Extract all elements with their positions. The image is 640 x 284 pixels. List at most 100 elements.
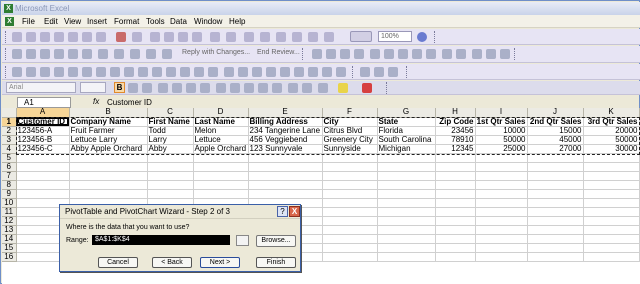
cell[interactable]: Abby Apple Orchard — [69, 144, 148, 154]
cell[interactable] — [475, 198, 528, 208]
cell[interactable] — [322, 153, 378, 163]
cell[interactable] — [377, 234, 436, 244]
cell[interactable] — [583, 225, 640, 235]
menu-window[interactable]: Window — [194, 16, 222, 27]
cell[interactable] — [193, 153, 249, 163]
column-header[interactable]: K — [583, 108, 640, 118]
cell[interactable] — [69, 180, 148, 190]
undo-icon[interactable] — [210, 32, 220, 42]
name-box[interactable]: A1 — [17, 97, 71, 108]
chart-wizard-icon[interactable] — [308, 32, 318, 42]
edit-code-icon[interactable] — [180, 67, 190, 77]
select-all-corner[interactable] — [2, 108, 17, 118]
cell[interactable] — [435, 216, 476, 226]
cell[interactable]: Zip Code — [435, 117, 476, 127]
cell[interactable] — [248, 153, 323, 163]
wordart-icon[interactable] — [294, 67, 304, 77]
email-icon[interactable] — [68, 32, 78, 42]
cell[interactable] — [322, 180, 378, 190]
highlight-icon[interactable] — [130, 49, 140, 59]
cell[interactable] — [377, 252, 436, 262]
row-header[interactable]: 7 — [2, 171, 17, 181]
group-box-icon[interactable] — [54, 67, 64, 77]
menu-tools[interactable]: Tools — [146, 16, 165, 27]
share-icon[interactable] — [162, 49, 172, 59]
toolbar-grip[interactable] — [386, 82, 388, 94]
cell[interactable] — [147, 153, 194, 163]
cell[interactable] — [69, 162, 148, 172]
cell[interactable]: Apple Orchard — [193, 144, 249, 154]
dialog-close-button[interactable]: X — [289, 206, 300, 217]
cell[interactable] — [583, 243, 640, 253]
row-header[interactable]: 14 — [2, 234, 17, 244]
row-header[interactable]: 8 — [2, 180, 17, 190]
italic-icon[interactable] — [128, 83, 138, 93]
cell[interactable] — [435, 171, 476, 181]
column-header[interactable]: G — [377, 108, 436, 118]
cell[interactable] — [583, 153, 640, 163]
cell[interactable] — [377, 198, 436, 208]
cell[interactable] — [377, 225, 436, 235]
cell[interactable]: 20000 — [583, 126, 640, 136]
cell[interactable] — [322, 225, 378, 235]
fill-color-icon[interactable] — [486, 49, 496, 59]
cell[interactable]: 30000 — [583, 144, 640, 154]
next-button[interactable]: Next > — [200, 257, 240, 268]
cell[interactable]: 27000 — [527, 144, 584, 154]
comment-icon[interactable] — [12, 49, 22, 59]
workbook-icon[interactable]: X — [5, 17, 14, 26]
cell[interactable]: Melon — [193, 126, 249, 136]
cell[interactable] — [377, 189, 436, 199]
toolbar-grip[interactable] — [514, 48, 516, 60]
toolbar-grip[interactable] — [352, 66, 354, 78]
cell[interactable]: 12345 — [435, 144, 476, 154]
cell[interactable] — [475, 234, 528, 244]
column-header[interactable]: F — [322, 108, 378, 118]
align-left-icon[interactable] — [158, 83, 168, 93]
cell[interactable] — [475, 225, 528, 235]
cancel-button[interactable]: Cancel — [98, 257, 138, 268]
track-changes-icon[interactable] — [114, 49, 124, 59]
textbox-icon[interactable] — [280, 67, 290, 77]
cell[interactable] — [475, 216, 528, 226]
cell[interactable] — [435, 234, 476, 244]
draw-rectangle-icon[interactable] — [252, 67, 262, 77]
dialog-help-button[interactable]: ? — [277, 206, 288, 217]
cell[interactable]: Abby — [147, 144, 194, 154]
increase-decimal-icon[interactable] — [258, 83, 268, 93]
currency-icon[interactable] — [216, 83, 226, 93]
cell[interactable] — [435, 189, 476, 199]
protect-icon[interactable] — [146, 49, 156, 59]
cell[interactable]: 50000 — [475, 135, 528, 145]
cell[interactable] — [69, 171, 148, 181]
cell[interactable] — [16, 153, 70, 163]
cell[interactable] — [435, 162, 476, 172]
collapse-dialog-icon[interactable] — [236, 235, 249, 246]
sort-asc-icon[interactable] — [276, 32, 286, 42]
cell[interactable] — [475, 153, 528, 163]
print-icon[interactable] — [82, 32, 92, 42]
cell[interactable] — [193, 180, 249, 190]
menu-help[interactable]: Help — [229, 16, 245, 27]
cell[interactable]: Michigan — [377, 144, 436, 154]
currency-icon[interactable] — [370, 49, 380, 59]
cell[interactable]: Larry — [147, 135, 194, 145]
row-header[interactable]: 2 — [2, 126, 17, 136]
toolbar-grip[interactable] — [5, 66, 7, 78]
line-color-icon[interactable] — [374, 67, 384, 77]
cell[interactable] — [475, 207, 528, 217]
cell[interactable] — [435, 252, 476, 262]
cell[interactable]: First Name — [147, 117, 194, 127]
cell[interactable] — [527, 216, 584, 226]
row-header[interactable]: 9 — [2, 189, 17, 199]
cell[interactable] — [583, 171, 640, 181]
merge-center-icon[interactable] — [200, 83, 210, 93]
cell[interactable] — [527, 243, 584, 253]
cell[interactable] — [248, 162, 323, 172]
cell[interactable] — [69, 189, 148, 199]
cell[interactable] — [16, 162, 70, 172]
cell[interactable] — [193, 162, 249, 172]
borders-icon[interactable] — [318, 83, 328, 93]
save-icon[interactable] — [40, 32, 50, 42]
cell[interactable]: 50000 — [583, 135, 640, 145]
